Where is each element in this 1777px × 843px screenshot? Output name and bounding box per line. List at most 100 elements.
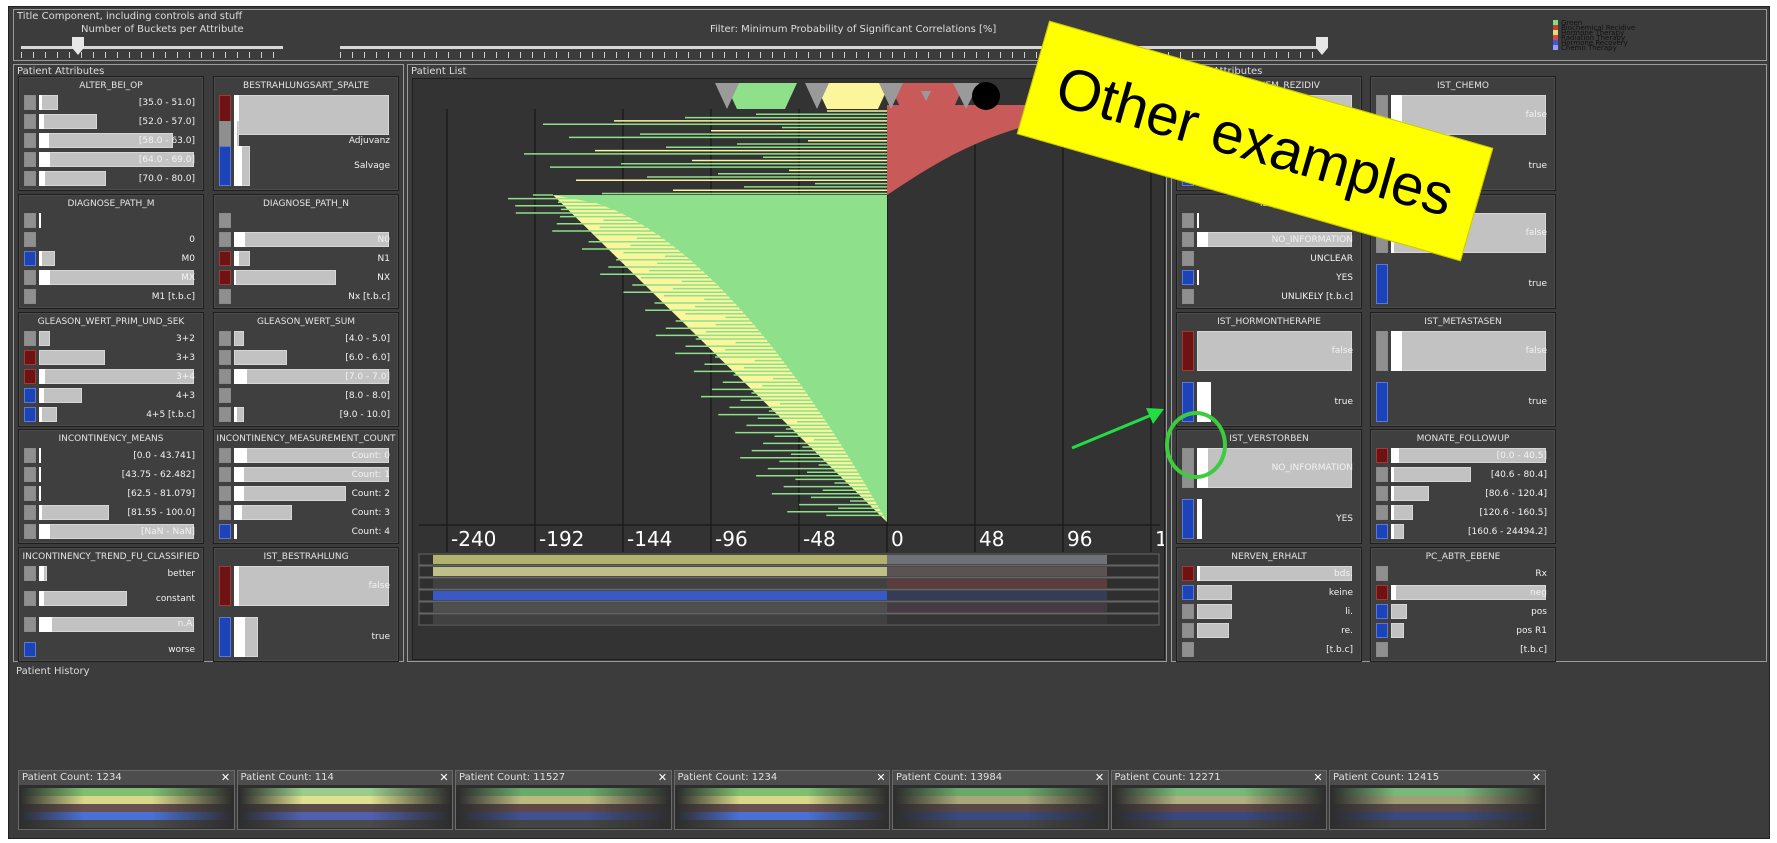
attribute-value-row[interactable]: YES — [1182, 499, 1356, 539]
distribution-bar — [1391, 604, 1407, 619]
buckets-slider-ticks — [21, 52, 283, 58]
attribute-value-row[interactable]: NX — [219, 270, 393, 285]
attribute-value-row[interactable]: [t.b.c] — [1376, 642, 1550, 657]
attribute-value-row[interactable]: Count: 4 — [219, 524, 393, 539]
attribute-value-row[interactable]: [0.0 - 40.5] — [1376, 448, 1550, 463]
selection-bar — [39, 524, 51, 539]
event-marker[interactable] — [972, 82, 1000, 110]
attribute-value-row[interactable]: 4+3 — [24, 388, 198, 403]
attribute-value-row[interactable]: neg — [1376, 585, 1550, 600]
attribute-value-row[interactable]: false — [1182, 331, 1356, 371]
close-icon[interactable]: ✕ — [1094, 771, 1106, 784]
attribute-value-row[interactable]: 4+5 [t.b.c] — [24, 407, 198, 422]
attribute-value-row[interactable]: [0.0 - 43.741] — [24, 448, 198, 463]
attribute-value-row[interactable]: YES — [1182, 270, 1356, 285]
attribute-value-row[interactable]: [160.6 - 24494.2] — [1376, 524, 1550, 539]
attribute-value-row[interactable]: [43.75 - 62.482] — [24, 467, 198, 482]
correlation-indicator — [219, 566, 231, 606]
close-icon[interactable]: ✕ — [220, 771, 232, 784]
attribute-value-row[interactable]: bds. — [1182, 566, 1356, 581]
attribute-value-row[interactable]: [58.0 - 63.0] — [24, 133, 198, 148]
attribute-value-row[interactable]: 3+2 — [24, 331, 198, 346]
attribute-value-row[interactable]: Count: 2 — [219, 486, 393, 501]
attribute-value-row[interactable]: [52.0 - 57.0] — [24, 114, 198, 129]
attribute-value-row[interactable]: Nx [t.b.c] — [219, 289, 393, 304]
attribute-value-label: li. — [1345, 606, 1353, 617]
attribute-value-row[interactable]: [35.0 - 51.0] — [24, 95, 198, 110]
attribute-value-row[interactable]: [8.0 - 8.0] — [219, 388, 393, 403]
attribute-value-row[interactable]: NO_INFORMATION — [1182, 232, 1356, 247]
attribute-value-row[interactable]: M1 [t.b.c] — [24, 289, 198, 304]
close-icon[interactable]: ✕ — [1531, 771, 1543, 784]
close-icon[interactable]: ✕ — [657, 771, 669, 784]
attribute-value-row[interactable]: [NaN - NaN] — [24, 524, 198, 539]
history-card[interactable]: Patient Count: 12415 ✕ — [1329, 770, 1546, 830]
attribute-value-row[interactable]: MX — [24, 270, 198, 285]
attribute-value-row[interactable]: [62.5 - 81.079] — [24, 486, 198, 501]
attribute-value-row[interactable]: pos — [1376, 604, 1550, 619]
attribute-value-row[interactable]: li. — [1182, 604, 1356, 619]
buckets-slider-track[interactable] — [21, 46, 283, 49]
attribute-value-row[interactable]: UNLIKELY [t.b.c] — [1182, 289, 1356, 304]
patient-timeline-chart[interactable]: -240 -192 -144 -96 -48 0 48 96 1 — [413, 79, 1165, 660]
attribute-value-row[interactable]: [70.0 - 80.0] — [24, 171, 198, 186]
history-card[interactable]: Patient Count: 13984 ✕ — [892, 770, 1109, 830]
attribute-value-row[interactable]: keine — [1182, 585, 1356, 600]
history-card[interactable]: Patient Count: 1234 ✕ — [18, 770, 235, 830]
attribute-value-row[interactable]: true — [219, 617, 393, 657]
attribute-value-row[interactable]: [t.b.c] — [1182, 642, 1356, 657]
attribute-value-row[interactable]: M0 — [24, 251, 198, 266]
attribute-value-row[interactable]: [4.0 - 5.0] — [219, 331, 393, 346]
attribute-value-row[interactable]: better — [24, 566, 198, 581]
attribute-value-row[interactable]: Count: 1 — [219, 467, 393, 482]
correlation-indicator — [24, 524, 36, 539]
history-card[interactable]: Patient Count: 11527 ✕ — [455, 770, 672, 830]
history-card[interactable]: Patient Count: 1234 ✕ — [673, 770, 890, 830]
history-strip — [239, 796, 450, 804]
distribution-bar — [1391, 467, 1471, 482]
attribute-value-label: YES — [1336, 272, 1353, 283]
attribute-value-row[interactable]: UNCLEAR — [1182, 251, 1356, 266]
attribute-value-row[interactable]: pos R1 — [1376, 623, 1550, 638]
attribute-value-row[interactable]: [6.0 - 6.0] — [219, 350, 393, 365]
attribute-value-row[interactable]: constant — [24, 591, 198, 607]
attribute-value-row[interactable]: true — [1376, 264, 1550, 304]
distribution-bar — [39, 616, 195, 632]
attribute-value-row[interactable]: false — [219, 566, 393, 606]
attribute-value-row[interactable]: worse — [24, 642, 198, 657]
close-icon[interactable]: ✕ — [1312, 771, 1324, 784]
attribute-value-row[interactable]: 3+4 — [24, 369, 198, 384]
filter-slider-track[interactable] — [340, 46, 1324, 49]
history-strip — [1332, 788, 1543, 796]
attribute-value-row[interactable]: [80.6 - 120.4] — [1376, 486, 1550, 501]
attribute-value-row[interactable]: [81.55 - 100.0] — [24, 505, 198, 520]
attribute-value-row[interactable]: [40.6 - 80.4] — [1376, 467, 1550, 482]
history-card[interactable]: Patient Count: 114 ✕ — [236, 770, 453, 830]
attribute-value-row[interactable]: [9.0 - 10.0] — [219, 407, 393, 422]
attribute-value-row[interactable]: Count: 0 — [219, 448, 393, 463]
attribute-value-row[interactable]: [7.0 - 7.0] — [219, 369, 393, 384]
close-icon[interactable]: ✕ — [875, 771, 887, 784]
attribute-value-row[interactable]: 3+3 — [24, 350, 198, 365]
attribute-value-row[interactable]: n.A. — [24, 616, 198, 632]
attribute-value-row[interactable] — [24, 213, 198, 228]
attribute-value-row[interactable]: N0 — [219, 232, 393, 247]
attribute-value-row[interactable]: N1 — [219, 251, 393, 266]
legend-item: Chemo Therapy — [1553, 45, 1617, 52]
attribute-value-row[interactable]: Count: 3 — [219, 505, 393, 520]
close-icon[interactable]: ✕ — [438, 771, 450, 784]
attribute-value-row[interactable] — [219, 213, 393, 228]
attribute-value-row[interactable]: re. — [1182, 623, 1356, 638]
patient-list-view[interactable]: -240 -192 -144 -96 -48 0 48 96 1 — [412, 78, 1165, 660]
distribution-bar — [39, 388, 83, 403]
attribute-value-row[interactable]: [120.6 - 160.5] — [1376, 505, 1550, 520]
attribute-value-row[interactable]: Rx — [1376, 566, 1550, 581]
attribute-value-row[interactable]: 0 — [24, 232, 198, 247]
attribute-value-label: [58.0 - 63.0] — [138, 135, 195, 146]
attribute-value-row[interactable]: false — [1376, 331, 1550, 371]
attribute-value-row[interactable]: [64.0 - 69.0] — [24, 152, 198, 167]
attribute-value-row[interactable]: true — [1376, 382, 1550, 422]
history-card[interactable]: Patient Count: 12271 ✕ — [1110, 770, 1327, 830]
attribute-value-row[interactable]: Salvage — [219, 146, 393, 186]
attribute-panel-title: PC_ABTR_EBENE — [1425, 552, 1501, 562]
